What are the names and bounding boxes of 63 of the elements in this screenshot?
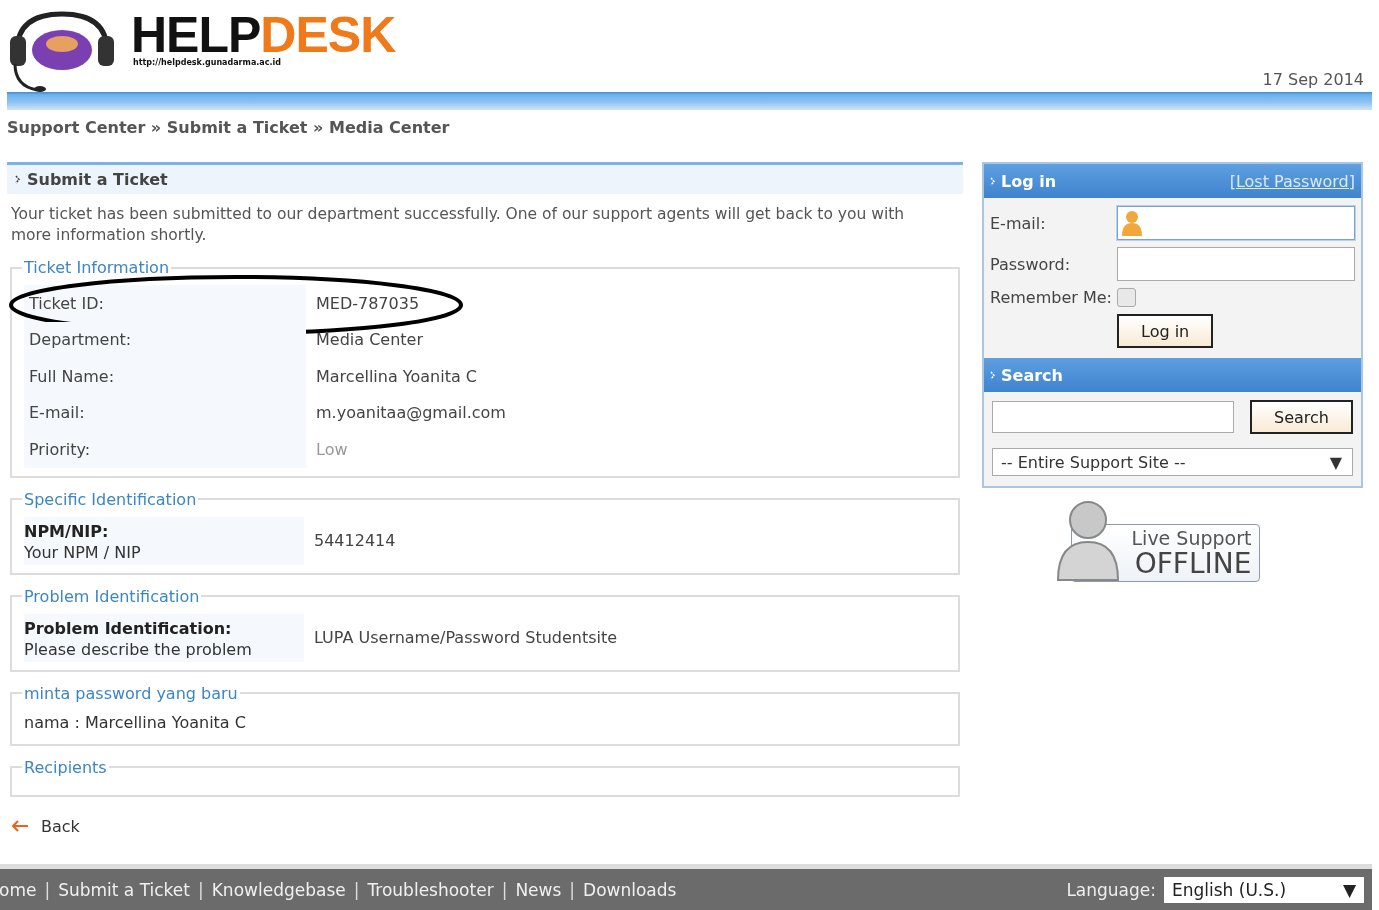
field-label: Remember Me:: [990, 288, 1113, 307]
back-link[interactable]: Back: [11, 816, 80, 836]
email-field[interactable]: [1117, 206, 1355, 240]
field-label: Full Name:: [24, 358, 306, 395]
success-message: Your ticket has been submitted to our department successfully. One of our support agents will get back to you with more information shortly.: [11, 204, 906, 246]
scope-select[interactable]: -- Entire Support Site -- ▼: [992, 448, 1353, 476]
field-text: nama : Marcellina Yoanita C: [24, 711, 247, 734]
lost-password-link[interactable]: [Lost Password]: [1229, 171, 1355, 191]
field-label: Problem Identification:: [24, 617, 233, 639]
field-label: NPM/NIP:: [24, 520, 110, 542]
search-button[interactable]: Search: [1250, 400, 1353, 434]
person-icon: [1054, 498, 1121, 582]
footer-link[interactable]: Downloads: [583, 879, 677, 900]
panel-title: Search: [1001, 365, 1063, 385]
field-value: Media Center: [315, 330, 423, 350]
group-legend: Problem Identification: [22, 586, 202, 606]
separator: |: [44, 879, 51, 900]
field-hint: Please describe the problem: [24, 638, 253, 660]
separator: |: [569, 879, 576, 900]
breadcrumb: Support Center » Submit a Ticket » Media Center: [7, 117, 451, 139]
group-legend: Ticket Information: [22, 258, 172, 277]
chevron-icon: [15, 175, 21, 184]
logo-url: http://helpdesk.gunadarma.ac.id: [133, 58, 282, 67]
chevron-icon: [990, 176, 996, 186]
group-legend: Specific Identification: [22, 489, 199, 509]
logo-title: HELPDESK: [131, 12, 396, 58]
separator: |: [353, 879, 360, 900]
group-legend: minta password yang baru: [22, 683, 240, 703]
arrow-left-icon: [11, 820, 29, 832]
field-label: Priority:: [24, 431, 306, 468]
separator: |: [501, 879, 508, 900]
group-legend: Recipients: [22, 757, 109, 777]
language-label: Language:: [1066, 879, 1156, 900]
login-button[interactable]: Log in: [1117, 314, 1214, 348]
field-value: 54412414: [313, 531, 396, 550]
footer-link[interactable]: News: [515, 879, 562, 900]
search-field[interactable]: [992, 401, 1235, 433]
language-select[interactable]: English (U.S.) ▼: [1164, 876, 1364, 903]
footer-link[interactable]: ome: [0, 879, 37, 900]
footer-link[interactable]: Troubleshooter: [367, 879, 494, 900]
field-value: LUPA Username/Password Studentsite: [313, 628, 618, 647]
field-label: Department:: [24, 321, 306, 358]
caret-icon: ▼: [1329, 452, 1342, 472]
field-hint: Your NPM / NIP: [24, 541, 142, 563]
date: 17 Sep 2014: [1262, 70, 1364, 89]
field-value: MED-787035: [315, 293, 420, 313]
caret-icon: ▼: [1342, 879, 1356, 900]
section-title: Submit a Ticket: [27, 170, 168, 189]
field-value: Low: [315, 439, 348, 459]
footer-link[interactable]: Knowledgebase: [211, 879, 346, 900]
remember-checkbox[interactable]: [1117, 288, 1136, 307]
password-field[interactable]: [1117, 247, 1355, 281]
panel-title: Log in: [1001, 171, 1057, 191]
chevron-icon: [990, 370, 996, 380]
field-value: m.yoanitaa@gmail.com: [315, 403, 506, 423]
field-label: E-mail:: [24, 394, 306, 431]
field-label: Ticket ID:: [24, 285, 306, 322]
field-value: Marcellina Yoanita C: [315, 366, 477, 386]
user-icon: [1121, 209, 1143, 237]
field-label: Password:: [990, 254, 1072, 274]
field-label: E-mail:: [990, 213, 1047, 233]
separator: |: [198, 879, 204, 900]
footer-link[interactable]: Submit a Ticket: [58, 879, 190, 900]
